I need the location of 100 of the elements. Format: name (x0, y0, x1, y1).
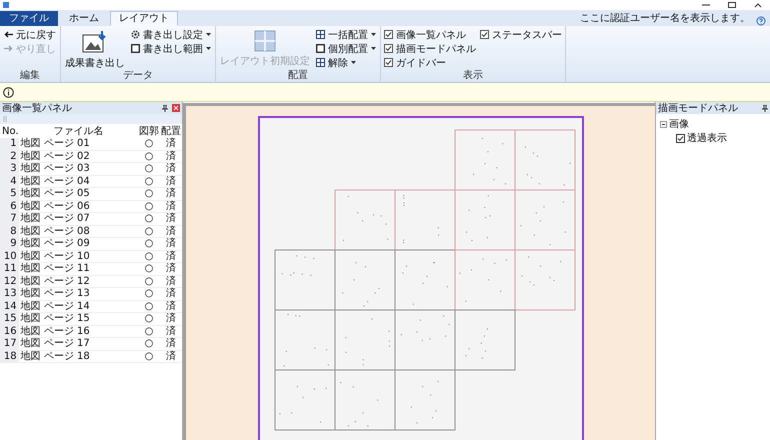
table-cell: 済 (160, 175, 182, 188)
row-number: 17 (0, 338, 19, 350)
table-cell: 地図 ページ 10 (18, 250, 138, 262)
ribbon-button[interactable]: 書き出し設定 (130, 28, 212, 41)
row-number: 13 (0, 288, 19, 300)
tree-item[interactable]: 画像 (669, 117, 689, 131)
table-cell: 済 (160, 275, 182, 288)
group-label: 配置 (287, 70, 309, 82)
table-cell: 済 (160, 200, 182, 212)
table-cell: 地図 ページ 03 (18, 162, 138, 175)
table-cell: 済 (160, 288, 182, 300)
table-cell: 済 (160, 150, 182, 162)
user-notice: ここに認証ユーザー名を表示します。 (580, 12, 750, 25)
pin-icon[interactable] (762, 104, 768, 112)
table-cell: 地図 ページ 11 (18, 262, 138, 275)
table-cell: 地図 ページ 02 (18, 150, 138, 162)
table-cell: 地図 ページ 08 (18, 225, 138, 238)
row-number: 3 (0, 162, 19, 175)
grip-icon (3, 116, 7, 122)
column-header[interactable]: 配置 (160, 124, 182, 138)
ribbon-button[interactable]: 書き出し範囲 (130, 42, 212, 55)
table-cell: ○ (138, 175, 160, 188)
collapse-icon[interactable] (660, 120, 667, 128)
row-number: 6 (0, 200, 19, 212)
table-cell: ○ (138, 138, 160, 150)
table-cell: ○ (138, 300, 160, 312)
table-cell: ○ (138, 150, 160, 162)
checkbox[interactable] (480, 30, 489, 39)
table-cell: ○ (138, 238, 160, 250)
ribbon-tab[interactable]: ホーム (60, 11, 108, 26)
checkbox-label[interactable]: 描画モードパネル (396, 42, 476, 56)
table-cell: ○ (138, 312, 160, 325)
checkbox-label[interactable]: ガイドバー (396, 56, 446, 70)
checkbox[interactable] (384, 58, 393, 67)
table-cell: ○ (138, 225, 160, 238)
row-number: 10 (0, 250, 19, 262)
table-cell: 地図 ページ 18 (18, 350, 138, 362)
large-button[interactable]: 成果書き出し (64, 28, 126, 70)
table-cell: ○ (138, 162, 160, 175)
minimize-icon[interactable] (702, 2, 710, 8)
table-cell: ○ (138, 350, 160, 362)
checkbox-label[interactable]: 画像一覧パネル (396, 28, 466, 42)
table-cell: 地図 ページ 16 (18, 325, 138, 338)
table-cell: ○ (138, 325, 160, 338)
table-cell: ○ (138, 288, 160, 300)
panel-title: 画像一覧パネル (2, 102, 72, 115)
row-number: 4 (0, 175, 19, 188)
table-cell: 地図 ページ 06 (18, 200, 138, 212)
table-cell: 地図 ページ 14 (18, 300, 138, 312)
table-cell: 地図 ページ 12 (18, 275, 138, 288)
arrow-left-icon (4, 31, 13, 38)
ribbon-button[interactable]: 一括配置 (315, 28, 377, 41)
table-cell: 地図 ページ 01 (18, 138, 138, 150)
grid-icon (254, 30, 276, 52)
table-cell: 済 (160, 212, 182, 225)
close-icon[interactable] (172, 104, 180, 112)
square-icon (131, 44, 140, 53)
table-cell: ○ (138, 338, 160, 350)
column-header[interactable]: 図郭 (138, 124, 160, 138)
row-number: 9 (0, 238, 19, 250)
table-cell: ○ (138, 200, 160, 212)
panel-title: 描画モードパネル (658, 102, 738, 115)
group-label: 表示 (462, 70, 484, 82)
table-cell: 地図 ページ 07 (18, 212, 138, 225)
image-export-icon (82, 30, 108, 54)
checkbox[interactable] (384, 44, 393, 53)
table-cell: 済 (160, 138, 182, 150)
checkbox-label[interactable]: ステータスバー (492, 28, 562, 42)
row-number: 14 (0, 300, 19, 312)
table-cell: 済 (160, 188, 182, 200)
table-cell: ○ (138, 250, 160, 262)
table-cell: 地図 ページ 13 (18, 288, 138, 300)
checkbox[interactable] (384, 30, 393, 39)
table-cell: 済 (160, 162, 182, 175)
checkbox[interactable] (676, 134, 685, 142)
ribbon-button[interactable]: 個別配置 (315, 42, 377, 55)
pin-icon[interactable] (162, 104, 168, 112)
table-cell: ○ (138, 188, 160, 200)
row-number: 2 (0, 150, 19, 162)
ribbon-button[interactable]: 解除 (315, 56, 377, 69)
ribbon-tab[interactable]: レイアウト (110, 11, 178, 26)
table-cell: 済 (160, 250, 182, 262)
ribbon-button[interactable]: 元に戻す (3, 28, 57, 41)
table-cell: 地図 ページ 05 (18, 188, 138, 200)
info-icon (3, 86, 14, 98)
tree-item[interactable]: 透過表示 (687, 131, 727, 145)
group-label: 編集 (19, 70, 41, 82)
table-cell: 地図 ページ 15 (18, 312, 138, 325)
column-header[interactable]: No. (0, 124, 19, 138)
row-number: 7 (0, 212, 19, 225)
maximize-icon[interactable] (728, 2, 736, 8)
table-cell: 地図 ページ 04 (18, 175, 138, 188)
help-icon[interactable] (756, 16, 766, 26)
table-cell: ○ (138, 275, 160, 288)
row-number: 5 (0, 188, 19, 200)
grid-icon (316, 30, 325, 39)
file-tab[interactable]: ファイル (0, 11, 58, 26)
table-cell: 済 (160, 325, 182, 338)
table-cell: ○ (138, 212, 160, 225)
caret-icon[interactable] (754, 2, 762, 8)
